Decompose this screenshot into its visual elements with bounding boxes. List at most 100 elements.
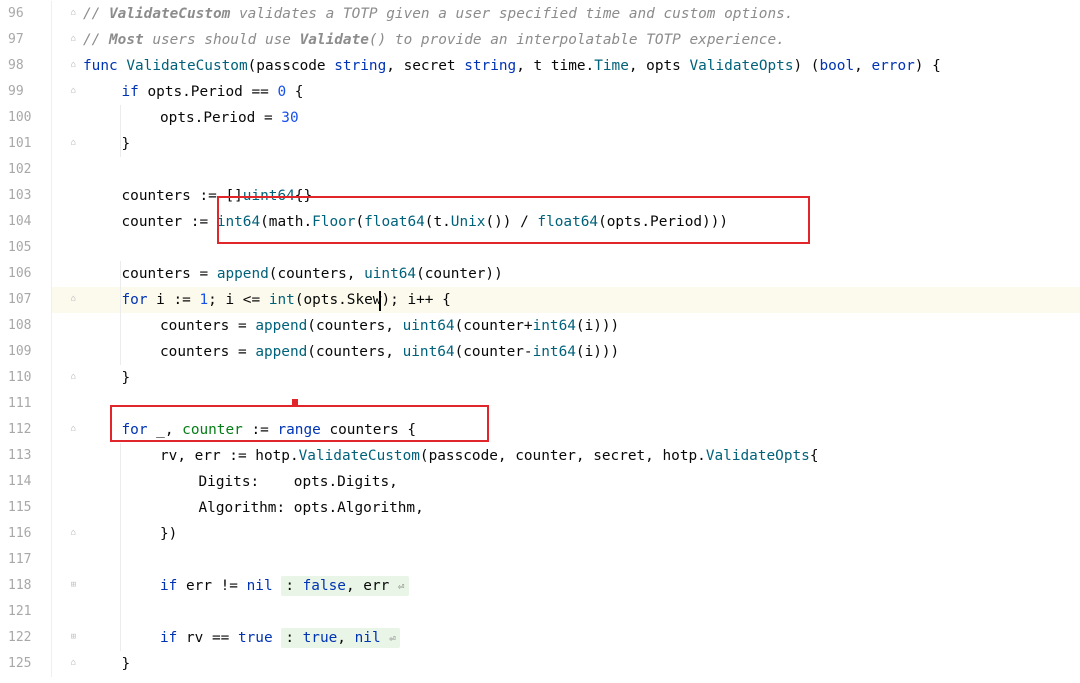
line-number-gutter: 121	[0, 599, 52, 625]
code-editor[interactable]: 96 ⌂ // ValidateCustom validates a TOTP gi…	[0, 0, 1080, 683]
line-number: 110	[8, 370, 32, 385]
code-text[interactable]: // Most users should use Validate() to p…	[83, 27, 785, 53]
line-number: 116	[8, 526, 32, 541]
annotation-box	[110, 405, 489, 442]
code-text[interactable]: }	[122, 131, 131, 157]
line-number: 109	[8, 344, 32, 359]
code-line[interactable]: 117	[0, 547, 1080, 573]
line-number: 96	[8, 6, 24, 21]
code-text[interactable]: if err != nil : false, err ⏎	[160, 573, 409, 599]
code-line[interactable]: 110 ⌂}	[0, 365, 1080, 391]
code-line[interactable]: 102	[0, 157, 1080, 183]
code-line[interactable]: 118 ⊞ if err != nil : false, err ⏎	[0, 573, 1080, 599]
fold-icon[interactable]: ⌂	[70, 61, 77, 70]
code-text[interactable]: // ValidateCustom validates a TOTP given…	[83, 1, 793, 27]
line-number: 99	[8, 84, 24, 99]
line-number-gutter: 113	[0, 443, 52, 469]
line-number: 114	[8, 474, 32, 489]
fold-icon[interactable]: ⌂	[70, 9, 77, 18]
code-line[interactable]: 106 counters = append(counters, uint64(co…	[0, 261, 1080, 287]
code-text[interactable]: for i := 1; i <= int(opts.Skew); i++ {	[122, 287, 451, 313]
code-text[interactable]: if opts.Period == 0 {	[122, 79, 304, 105]
annotation-marker	[292, 399, 298, 405]
folded-code-summary[interactable]: : false, err ⏎	[281, 576, 409, 596]
line-number: 112	[8, 422, 32, 437]
indent-guide	[120, 443, 121, 599]
line-number: 103	[8, 188, 32, 203]
code-line[interactable]: 96 ⌂ // ValidateCustom validates a TOTP gi…	[0, 1, 1080, 27]
text-caret	[379, 291, 381, 311]
code-line[interactable]: 114 Digits: opts.Digits,	[0, 469, 1080, 495]
fold-icon[interactable]: ⌂	[70, 295, 77, 304]
indent-guide	[120, 105, 121, 157]
line-number: 101	[8, 136, 32, 151]
annotation-box	[217, 196, 810, 244]
code-line[interactable]: 100 opts.Period = 30	[0, 105, 1080, 131]
code-line[interactable]: 122 ⊞ if rv == true : true, nil ⏎	[0, 625, 1080, 651]
code-line[interactable]: 116 ⌂})	[0, 521, 1080, 547]
line-number-gutter: 99	[0, 79, 52, 105]
line-number: 107	[8, 292, 32, 307]
line-number: 121	[8, 604, 32, 619]
expand-fold-icon[interactable]: ⊞	[70, 633, 77, 642]
line-number-gutter: 106	[0, 261, 52, 287]
code-text[interactable]: }	[122, 651, 131, 677]
line-number: 111	[8, 396, 32, 411]
line-number-gutter: 97	[0, 27, 52, 53]
line-number-gutter: 125	[0, 651, 52, 677]
fold-icon[interactable]: ⌂	[70, 35, 77, 44]
code-line[interactable]: 113 rv, err := hotp.ValidateCustom(passco…	[0, 443, 1080, 469]
code-text[interactable]: })	[160, 521, 177, 547]
code-text[interactable]: opts.Period = 30	[160, 105, 299, 131]
code-text[interactable]: if rv == true : true, nil ⏎	[160, 625, 400, 651]
line-number-gutter: 96	[0, 1, 52, 27]
code-line[interactable]: 101 ⌂}	[0, 131, 1080, 157]
expand-fold-icon[interactable]: ⊞	[70, 581, 77, 590]
line-number: 106	[8, 266, 32, 281]
line-number-gutter: 104	[0, 209, 52, 235]
line-number-gutter: 100	[0, 105, 52, 131]
code-line[interactable]: 97 ⌂ // Most users should use Validate() t…	[0, 27, 1080, 53]
line-number-gutter: 117	[0, 547, 52, 573]
code-text[interactable]: counters = append(counters, uint64(count…	[160, 313, 619, 339]
line-number: 115	[8, 500, 32, 515]
code-text[interactable]: counters = append(counters, uint64(count…	[160, 339, 619, 365]
fold-icon[interactable]: ⌂	[70, 529, 77, 538]
line-number-gutter: 105	[0, 235, 52, 261]
code-text[interactable]: Digits: opts.Digits,	[199, 469, 398, 495]
line-number-gutter: 110	[0, 365, 52, 391]
line-number: 117	[8, 552, 32, 567]
code-text[interactable]: }	[122, 365, 131, 391]
line-number-gutter: 112	[0, 417, 52, 443]
line-number: 122	[8, 630, 32, 645]
code-line[interactable]: 98 ⌂ func ValidateCustom(passcode string, …	[0, 53, 1080, 79]
code-line[interactable]: 109 counters = append(counters, uint64(co…	[0, 339, 1080, 365]
fold-icon[interactable]: ⌂	[70, 425, 77, 434]
line-number-gutter: 109	[0, 339, 52, 365]
line-number-gutter: 102	[0, 157, 52, 183]
fold-icon[interactable]: ⌂	[70, 139, 77, 148]
code-line[interactable]: 121	[0, 599, 1080, 625]
fold-icon[interactable]: ⌂	[70, 659, 77, 668]
line-number: 118	[8, 578, 32, 593]
code-line[interactable]: 115 Algorithm: opts.Algorithm,	[0, 495, 1080, 521]
line-number-gutter: 101	[0, 131, 52, 157]
code-line[interactable]: 108 counters = append(counters, uint64(co…	[0, 313, 1080, 339]
line-number-gutter: 108	[0, 313, 52, 339]
indent-guide	[120, 261, 121, 365]
code-text[interactable]: counters = append(counters, uint64(count…	[122, 261, 503, 287]
code-line[interactable]: 125 ⌂}	[0, 651, 1080, 677]
code-text[interactable]: Algorithm: opts.Algorithm,	[199, 495, 424, 521]
line-number-gutter: 111	[0, 391, 52, 417]
code-text[interactable]: rv, err := hotp.ValidateCustom(passcode,…	[160, 443, 818, 469]
fold-icon[interactable]: ⌂	[70, 373, 77, 382]
code-text[interactable]: func ValidateCustom(passcode string, sec…	[83, 53, 941, 79]
code-line[interactable]: 107 ⌂ for i := 1; i <= int(opts.Skew); i++…	[0, 287, 1080, 313]
folded-code-summary[interactable]: : true, nil ⏎	[281, 628, 400, 648]
code-line[interactable]: 99 ⌂ if opts.Period == 0 {	[0, 79, 1080, 105]
line-number: 104	[8, 214, 32, 229]
fold-icon[interactable]: ⌂	[70, 87, 77, 96]
line-number: 105	[8, 240, 32, 255]
line-number: 98	[8, 58, 24, 73]
line-number-gutter: 103	[0, 183, 52, 209]
